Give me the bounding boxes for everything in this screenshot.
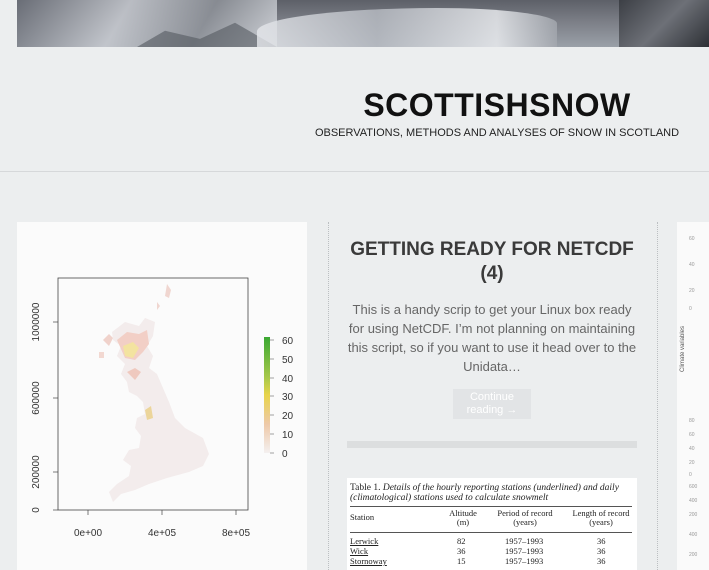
- x-tick-label: 0e+00: [74, 528, 103, 539]
- chart-tick: 0: [689, 306, 692, 312]
- table-cell: Lerwick: [350, 536, 379, 546]
- legend-tick-label: 0: [282, 449, 288, 460]
- y-tick-label: 0: [31, 507, 42, 513]
- chart-tick: 200: [689, 512, 698, 518]
- y-axis: 0 200000 600000 1000000: [31, 302, 58, 513]
- table-header: Length of record (years): [572, 508, 630, 527]
- table-figure-image[interactable]: Table 1. Details of the hourly reporting…: [347, 478, 637, 570]
- table-cell: 1957–1993: [505, 546, 544, 556]
- table-cell: 36: [457, 546, 466, 556]
- map-plot-card[interactable]: 0 200000 600000 1000000 0e+00 4e+05 8e+0…: [17, 222, 307, 570]
- legend-tick-label: 10: [282, 430, 294, 441]
- legend-tick-label: 60: [282, 336, 294, 347]
- x-axis: 0e+00 4e+05 8e+05: [74, 510, 251, 539]
- chart-tick: 200: [689, 552, 698, 558]
- header-divider: [0, 171, 709, 172]
- legend-tick-label: 20: [282, 411, 294, 422]
- chart-y-label: Climate variables: [680, 325, 686, 372]
- chart-tick: 400: [689, 532, 698, 538]
- climate-chart-card[interactable]: Climate variables 60 40 20 0 80 60 40 20…: [677, 222, 709, 570]
- column-separator: [657, 222, 658, 570]
- table-caption: Table 1. Details of the hourly reporting…: [350, 483, 619, 503]
- post-title[interactable]: GETTING READY FOR NETCDF (4): [347, 238, 637, 286]
- table-header: Period of record (years): [497, 508, 553, 527]
- page: SCOTTISHSNOW OBSERVATIONS, METHODS AND A…: [0, 0, 709, 570]
- y-tick-label: 1000000: [31, 302, 42, 341]
- x-tick-label: 8e+05: [222, 528, 251, 539]
- chart-tick: 40: [689, 446, 695, 452]
- table-header: Station: [350, 512, 375, 522]
- table-cell: 1957–1993: [505, 556, 544, 566]
- post-excerpt: This is a handy scrip to get your Linux …: [347, 302, 637, 374]
- table-cell: 1957–1993: [505, 536, 544, 546]
- gb-landmass: [99, 284, 209, 502]
- chart-tick: 400: [689, 498, 698, 504]
- legend-tick-label: 40: [282, 374, 294, 385]
- chart-tick: 80: [689, 418, 695, 424]
- table-cell: 36: [597, 556, 606, 566]
- table-cell: Wick: [350, 546, 369, 556]
- chart-tick: 20: [689, 460, 695, 466]
- legend-tick-label: 30: [282, 392, 294, 403]
- x-tick-label: 4e+05: [148, 528, 177, 539]
- legend-tick-label: 50: [282, 355, 294, 366]
- color-legend: 60 50 40 30 20 10 0: [264, 336, 294, 460]
- table-cell: 82: [457, 536, 466, 546]
- chart-tick: 20: [689, 288, 695, 294]
- site-title[interactable]: SCOTTISHSNOW: [317, 87, 677, 124]
- y-tick-label: 200000: [31, 455, 42, 489]
- column-separator: [328, 222, 329, 570]
- table-cell: Stornoway: [350, 556, 387, 566]
- table-cell: 15: [457, 556, 466, 566]
- chart-tick: 0: [689, 472, 692, 478]
- y-tick-label: 600000: [31, 381, 42, 415]
- continue-reading-button[interactable]: Continue reading →: [453, 389, 531, 419]
- chart-tick: 60: [689, 432, 695, 438]
- chart-tick: 60: [689, 236, 695, 242]
- site-description: OBSERVATIONS, METHODS AND ANALYSES OF SN…: [314, 127, 680, 139]
- snow-map-plot: 0 200000 600000 1000000 0e+00 4e+05 8e+0…: [31, 277, 294, 539]
- header-banner-image: [17, 0, 709, 47]
- chart-tick: 40: [689, 262, 695, 268]
- chart-tick: 600: [689, 484, 698, 490]
- table-cell: 36: [597, 536, 606, 546]
- table-header: Altitude (m): [449, 508, 477, 527]
- post-divider-bar: [347, 441, 637, 448]
- table-cell: 36: [597, 546, 606, 556]
